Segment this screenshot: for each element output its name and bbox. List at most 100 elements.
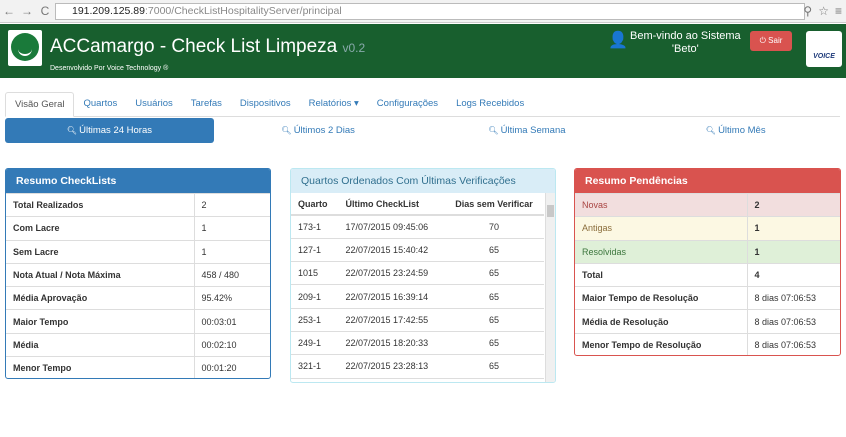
table-row: Sem Lacre1 xyxy=(6,240,270,263)
pending-panel: Resumo Pendências Novas2Antigas1Resolvid… xyxy=(574,168,841,356)
panel-title: Quartos Ordenados Com Últimas Verificaçõ… xyxy=(291,169,555,193)
tab-1[interactable]: Quartos xyxy=(74,92,126,116)
period-0[interactable]: 🔍︎ Últimas 24 Horas xyxy=(5,118,214,143)
cell: 127-1 xyxy=(291,238,339,261)
version: v0.2 xyxy=(343,41,366,55)
table-row: Média00:02:10 xyxy=(6,333,270,356)
key-icon[interactable]: ⚲ xyxy=(803,4,812,18)
row-label: Maior Tempo xyxy=(6,310,194,333)
menu-icon[interactable]: ≡ xyxy=(835,4,842,18)
cell: 22/07/2015 16:39:14 xyxy=(339,285,444,308)
cell: 22/07/2015 17:42:55 xyxy=(339,308,444,331)
table-row: Menor Tempo00:01:20 xyxy=(6,357,270,379)
table-header: QuartoÚltimo CheckListDias sem Verificar xyxy=(291,193,544,215)
table-row[interactable]: 321-122/07/2015 23:28:1365 xyxy=(291,355,544,378)
cell: 173-1 xyxy=(291,215,339,238)
tab-7[interactable]: Logs Recebidos xyxy=(447,92,533,116)
tab-5[interactable]: Relatórios ▾ xyxy=(300,92,368,116)
row-label: Média de Resolução xyxy=(575,310,747,333)
column-header: Último CheckList xyxy=(339,193,444,215)
table-row[interactable]: 209-122/07/2015 16:39:1465 xyxy=(291,285,544,308)
cell: 65 xyxy=(444,262,544,285)
user-icon: 👤 xyxy=(608,30,628,50)
reload-icon[interactable]: C xyxy=(36,4,54,18)
star-icon[interactable]: ☆ xyxy=(818,4,829,18)
scrollbar[interactable] xyxy=(545,193,555,382)
row-value: 8 dias 07:06:53 xyxy=(747,310,840,333)
url-host: 191.209.125.89 xyxy=(72,5,145,17)
cell: 22/07/2015 23:24:59 xyxy=(339,262,444,285)
subtitle: Desenvolvido Por Voice Technology ® xyxy=(50,65,168,72)
table-row: Maior Tempo00:03:01 xyxy=(6,310,270,333)
logout-button[interactable]: ⏻ Sair xyxy=(750,31,792,51)
search-icon: 🔍︎ xyxy=(67,126,79,135)
cell: 65 xyxy=(444,285,544,308)
tab-0[interactable]: Visão Geral xyxy=(5,92,74,117)
table-row[interactable]: 127-122/07/2015 15:40:4265 xyxy=(291,238,544,261)
back-icon[interactable]: ← xyxy=(0,4,18,18)
row-label: Novas xyxy=(575,194,747,217)
period-label: Último Mês xyxy=(718,125,766,136)
table-row[interactable]: 253-122/07/2015 17:42:5565 xyxy=(291,308,544,331)
table-row: Novas2 xyxy=(575,194,840,217)
url-path: :7000/CheckListHospitalityServer/princip… xyxy=(145,5,342,17)
cell: 70 xyxy=(444,215,544,238)
table-row: Antigas1 xyxy=(575,217,840,240)
table-row: Média de Resolução8 dias 07:06:53 xyxy=(575,310,840,333)
tab-3[interactable]: Tarefas xyxy=(182,92,231,116)
period-2[interactable]: 🔍︎ Última Semana xyxy=(423,118,632,143)
main-tabs: Visão GeralQuartosUsuáriosTarefasDisposi… xyxy=(5,92,840,117)
logout-label: Sair xyxy=(768,36,782,45)
table-row[interactable]: 35522/07/2015 22:34:1165 xyxy=(291,378,544,383)
table-row[interactable]: 249-122/07/2015 18:20:3365 xyxy=(291,331,544,354)
forward-icon[interactable]: → xyxy=(18,4,36,18)
row-label: Total Realizados xyxy=(6,194,194,217)
tab-6[interactable]: Configurações xyxy=(368,92,447,116)
period-1[interactable]: 🔍︎ Últimos 2 Dias xyxy=(214,118,423,143)
table-row: Média Aprovação95.42% xyxy=(6,287,270,310)
user-name: 'Beto' xyxy=(630,43,741,56)
welcome-text: Bem-vindo ao Sistema xyxy=(630,30,741,43)
row-label: Média xyxy=(6,333,194,356)
cell: 65 xyxy=(444,355,544,378)
address-bar[interactable]: 191.209.125.89:7000/CheckListHospitality… xyxy=(55,3,805,20)
row-label: Total xyxy=(575,263,747,286)
welcome: Bem-vindo ao Sistema'Beto' xyxy=(630,30,741,56)
tab-2[interactable]: Usuários xyxy=(126,92,182,116)
cell: 65 xyxy=(444,308,544,331)
table-row[interactable]: 101522/07/2015 23:24:5965 xyxy=(291,262,544,285)
search-icon: 🔍︎ xyxy=(706,126,718,135)
cell: 22/07/2015 15:40:42 xyxy=(339,238,444,261)
table-row: Com Lacre1 xyxy=(6,217,270,240)
row-label: Com Lacre xyxy=(6,217,194,240)
row-label: Nota Atual / Nota Máxima xyxy=(6,263,194,286)
cell: 65 xyxy=(444,378,544,383)
cell: 249-1 xyxy=(291,331,339,354)
cell: 209-1 xyxy=(291,285,339,308)
table-row: Menor Tempo de Resolução8 dias 07:06:53 xyxy=(575,333,840,356)
row-value: 458 / 480 xyxy=(194,263,270,286)
title-text: ACCamargo - Check List Limpeza xyxy=(50,36,337,57)
column-header: Dias sem Verificar xyxy=(444,193,544,215)
row-label: Antigas xyxy=(575,217,747,240)
voice-logo: VOICE xyxy=(806,31,842,67)
tab-4[interactable]: Dispositivos xyxy=(231,92,300,116)
row-value: 00:01:20 xyxy=(194,357,270,379)
table-row[interactable]: 173-117/07/2015 09:45:0670 xyxy=(291,215,544,238)
app-logo xyxy=(8,30,42,66)
cell: 65 xyxy=(444,331,544,354)
row-label: Menor Tempo xyxy=(6,357,194,379)
cell: 22/07/2015 23:28:13 xyxy=(339,355,444,378)
table-row: Resolvidas1 xyxy=(575,240,840,263)
period-3[interactable]: 🔍︎ Último Mês xyxy=(631,118,840,143)
column-header: Quarto xyxy=(291,193,339,215)
search-icon: 🔍︎ xyxy=(488,126,500,135)
row-label: Maior Tempo de Resolução xyxy=(575,287,747,310)
scroll-thumb[interactable] xyxy=(547,205,554,217)
panel-title: Resumo CheckLists xyxy=(6,169,270,193)
cell: 22/07/2015 22:34:11 xyxy=(339,378,444,383)
row-value: 4 xyxy=(747,263,840,286)
row-value: 2 xyxy=(194,194,270,217)
cell: 65 xyxy=(444,238,544,261)
panel-title: Resumo Pendências xyxy=(575,169,840,193)
